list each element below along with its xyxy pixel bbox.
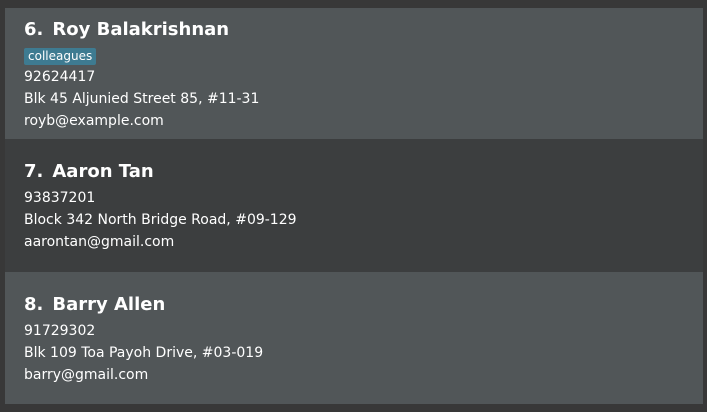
person-name: 8. Barry Allen [24, 294, 165, 315]
person-index: 7. [24, 161, 44, 182]
person-address: Blk 109 Toa Payoh Drive, #03-019 [24, 345, 264, 361]
person-name-text: Barry Allen [52, 294, 166, 315]
person-phone: 91729302 [24, 323, 96, 339]
person-list: 6. Roy Balakrishnan colleagues 92624417 B… [5, 8, 703, 404]
person-index: 6. [24, 19, 44, 40]
person-email: barry@gmail.com [24, 367, 149, 383]
tag-badge: colleagues [24, 48, 97, 65]
person-name-text: Aaron Tan [52, 161, 154, 182]
person-email: royb@example.com [24, 113, 164, 129]
person-name: 6. Roy Balakrishnan [24, 19, 229, 40]
person-name: 7. Aaron Tan [24, 161, 154, 182]
person-address: Blk 45 Aljunied Street 85, #11-31 [24, 91, 260, 107]
person-card[interactable]: 7. Aaron Tan 93837201 Block 342 North Bri… [5, 139, 703, 272]
person-phone: 92624417 [24, 69, 96, 85]
person-email: aarontan@gmail.com [24, 234, 175, 250]
person-address: Block 342 North Bridge Road, #09-129 [24, 212, 297, 228]
person-card[interactable]: 6. Roy Balakrishnan colleagues 92624417 B… [5, 8, 703, 139]
person-index: 8. [24, 294, 44, 315]
person-name-text: Roy Balakrishnan [52, 19, 230, 40]
person-phone: 93837201 [24, 190, 96, 206]
person-card[interactable]: 8. Barry Allen 91729302 Blk 109 Toa Payoh… [5, 272, 703, 404]
